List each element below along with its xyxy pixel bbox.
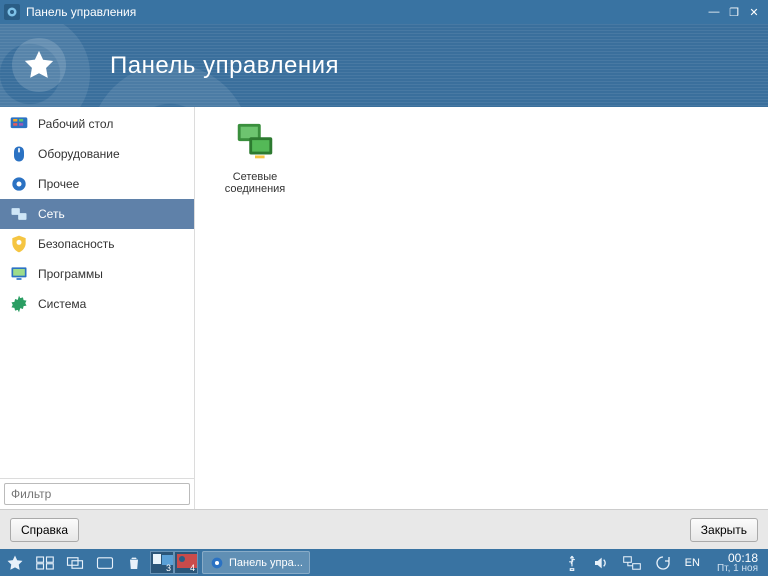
sidebar-item-other[interactable]: Прочее	[0, 169, 194, 199]
clock[interactable]: 00:18 Пт, 1 ноя	[711, 552, 764, 574]
desktop-icon	[8, 113, 30, 135]
filter-input[interactable]	[4, 483, 190, 505]
star-badge-icon	[12, 38, 66, 92]
network-icon	[8, 203, 30, 225]
gear-icon	[8, 173, 30, 195]
sidebar-item-label: Система	[38, 297, 86, 311]
workspace-pager[interactable]: 3 4	[150, 551, 198, 574]
monitor-icon	[8, 263, 30, 285]
help-button[interactable]: Справка	[10, 518, 79, 542]
sidebar: Рабочий стол Оборудование Прочее Сеть Бе…	[0, 107, 195, 509]
network-connections-icon	[231, 119, 279, 167]
task-view-button[interactable]	[30, 549, 60, 576]
minimize-button[interactable]: —	[704, 6, 724, 18]
maximize-button[interactable]: ❐	[724, 6, 744, 19]
sidebar-item-desktop[interactable]: Рабочий стол	[0, 109, 194, 139]
titlebar[interactable]: Панель управления — ❐ ✕	[0, 0, 768, 24]
banner-heading: Панель управления	[110, 52, 339, 80]
sidebar-item-label: Рабочий стол	[38, 117, 113, 131]
task-label: Панель упра...	[229, 557, 303, 569]
network-connections-item[interactable]: Сетевые соединения	[205, 117, 305, 197]
mouse-icon	[8, 143, 30, 165]
task-app-icon	[209, 555, 225, 571]
volume-icon[interactable]	[590, 549, 612, 576]
sidebar-item-label: Программы	[38, 267, 103, 281]
sidebar-item-label: Оборудование	[38, 147, 120, 161]
sidebar-item-system[interactable]: Система	[0, 289, 194, 319]
taskbar: 3 4 Панель упра... EN 00:18 Пт, 1 ноя	[0, 549, 768, 576]
sidebar-item-network[interactable]: Сеть	[0, 199, 194, 229]
close-button[interactable]: Закрыть	[690, 518, 758, 542]
sidebar-item-label: Сеть	[38, 207, 65, 221]
sidebar-item-security[interactable]: Безопасность	[0, 229, 194, 259]
updates-icon[interactable]	[652, 549, 674, 576]
item-label-line1: Сетевые	[207, 171, 303, 183]
sidebar-item-label: Безопасность	[38, 237, 115, 251]
show-desktop-button[interactable]	[90, 549, 120, 576]
taskbar-task-control-panel[interactable]: Панель упра...	[202, 551, 310, 574]
filter-box	[0, 478, 194, 509]
usb-icon[interactable]	[562, 549, 582, 576]
network-tray-icon[interactable]	[620, 549, 644, 576]
shield-icon	[8, 233, 30, 255]
start-button[interactable]	[0, 549, 30, 576]
trash-button[interactable]	[120, 549, 148, 576]
app-icon	[4, 4, 20, 20]
cog-icon	[8, 293, 30, 315]
sidebar-list: Рабочий стол Оборудование Прочее Сеть Бе…	[0, 107, 194, 478]
main-panel: Сетевые соединения	[195, 107, 768, 509]
content-area: Рабочий стол Оборудование Прочее Сеть Бе…	[0, 107, 768, 509]
workspace-3[interactable]: 3	[150, 551, 174, 574]
banner: Панель управления	[0, 24, 768, 107]
footer: Справка Закрыть	[0, 509, 768, 549]
clock-time: 00:18	[717, 552, 758, 564]
cascade-windows-button[interactable]	[60, 549, 90, 576]
sidebar-item-hardware[interactable]: Оборудование	[0, 139, 194, 169]
sidebar-item-programs[interactable]: Программы	[0, 259, 194, 289]
system-tray: EN 00:18 Пт, 1 ноя	[558, 549, 768, 576]
sidebar-item-label: Прочее	[38, 177, 79, 191]
clock-date: Пт, 1 ноя	[717, 564, 758, 574]
item-label-line2: соединения	[207, 183, 303, 195]
window-title: Панель управления	[26, 5, 136, 19]
close-window-button[interactable]: ✕	[744, 6, 764, 19]
language-indicator[interactable]: EN	[682, 549, 703, 576]
workspace-4[interactable]: 4	[174, 551, 198, 574]
